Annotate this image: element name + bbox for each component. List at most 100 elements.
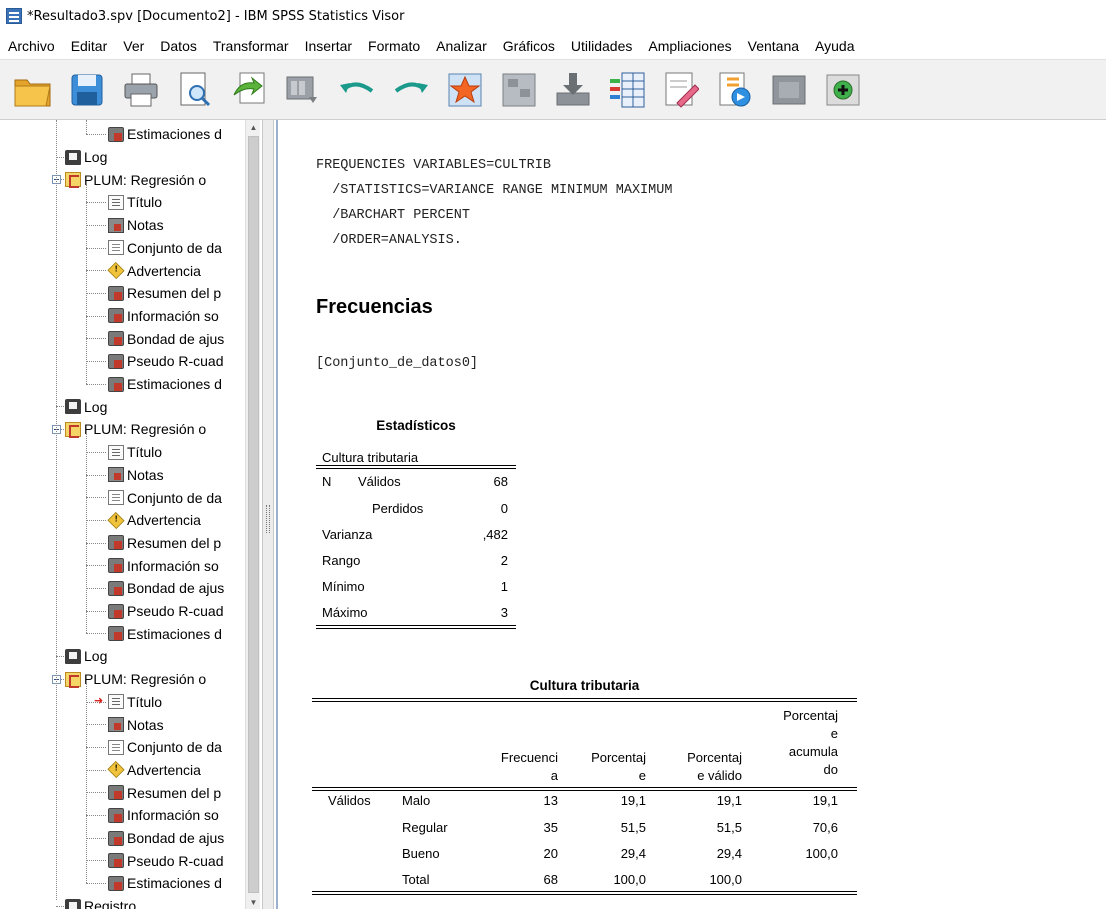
outline-item[interactable]: Estimaciones d	[108, 373, 222, 396]
outline-item[interactable]: Título	[108, 441, 162, 464]
menu-insertar[interactable]: Insertar	[297, 38, 360, 54]
outline-item[interactable]: Información so	[108, 804, 219, 827]
pane-splitter[interactable]	[262, 120, 274, 909]
tree-connector	[86, 315, 106, 317]
outline-item[interactable]: Título	[108, 691, 162, 714]
stat-row-sublabel: Válidos	[358, 474, 401, 489]
outline-item[interactable]: Notas	[108, 713, 164, 736]
menu-utilidades[interactable]: Utilidades	[563, 38, 640, 54]
row-frecuencia: 68	[543, 872, 558, 887]
menu-ayuda[interactable]: Ayuda	[807, 38, 862, 54]
tree-connector	[86, 247, 106, 249]
add-item-icon[interactable]	[822, 69, 864, 111]
outline-item-label: Resumen del p	[127, 784, 222, 801]
tree-connector	[56, 120, 57, 900]
print-icon[interactable]	[120, 69, 162, 111]
outline-item[interactable]: Información so	[108, 305, 219, 328]
outline-scrollbar[interactable]: ▲ ▼	[245, 120, 260, 909]
splitter-grip-icon[interactable]	[266, 505, 270, 533]
menu-formato[interactable]: Formato	[360, 38, 428, 54]
outline-item[interactable]: Pseudo R-cuad	[108, 600, 224, 623]
outline-item-label: Log	[84, 648, 108, 665]
outline-item[interactable]: Estimaciones d	[108, 872, 222, 895]
tree-connector	[86, 383, 106, 385]
warning-icon	[107, 261, 125, 280]
outline-item[interactable]: Estimaciones d	[108, 123, 222, 146]
menu-ventana[interactable]: Ventana	[740, 38, 807, 54]
goto-data-icon[interactable]	[444, 69, 486, 111]
print-preview-icon[interactable]	[174, 69, 216, 111]
outline-item-label: Advertencia	[127, 761, 201, 778]
outline-pane[interactable]: Estimaciones d Log PLUM: Regresión o Título…	[0, 120, 262, 909]
output-contents-pane[interactable]: FREQUENCIES VARIABLES=CULTRIB /STATISTIC…	[276, 120, 1106, 909]
export-icon[interactable]	[228, 69, 270, 111]
outline-item[interactable]: Pseudo R-cuad	[108, 350, 224, 373]
outline-item[interactable]: Título	[108, 191, 162, 214]
outline-item[interactable]: Pseudo R-cuad	[108, 849, 224, 872]
warning-icon	[107, 761, 125, 779]
tree-connector	[86, 519, 106, 521]
log-icon	[65, 149, 81, 165]
outline-item-label: Notas	[127, 716, 164, 733]
insert-output-icon[interactable]	[714, 69, 756, 111]
tree-connector	[86, 588, 106, 589]
disabled-slot-icon[interactable]	[768, 69, 810, 111]
goto-case-icon[interactable]	[498, 69, 540, 111]
table-icon	[108, 126, 124, 142]
row-label: Malo	[402, 793, 431, 808]
outline-item[interactable]: Advertencia	[107, 259, 201, 282]
outline-item[interactable]: Log	[65, 395, 107, 418]
scroll-up-arrow-icon[interactable]: ▲	[247, 120, 260, 134]
outline-item[interactable]: Log	[65, 146, 107, 169]
goto-variable-icon[interactable]	[552, 69, 594, 111]
outline-item[interactable]: Notas	[108, 464, 164, 487]
undo-icon[interactable]	[336, 69, 378, 111]
open-folder-icon[interactable]	[12, 69, 54, 111]
variables-icon[interactable]	[606, 69, 648, 111]
header-porcentaje-acumulado: Porcentaj e acumula do	[783, 708, 838, 777]
outline-item[interactable]: Conjunto de da	[108, 237, 222, 260]
outline-item-label: Resumen del p	[127, 534, 222, 551]
notes-icon	[108, 717, 124, 733]
menu-ampliaciones[interactable]: Ampliaciones	[640, 38, 739, 54]
outline-item[interactable]: Resumen del p	[108, 282, 221, 305]
outline-item[interactable]: Conjunto de da	[108, 736, 222, 759]
outline-item[interactable]: Estimaciones d	[108, 622, 222, 645]
menu-graficos[interactable]: Gráficos	[495, 38, 563, 54]
scroll-thumb[interactable]	[248, 136, 259, 893]
row-porcentaje-acumulado: 19,1	[812, 793, 838, 808]
save-icon[interactable]	[66, 69, 108, 111]
outline-item[interactable]: Conjunto de da	[108, 486, 222, 509]
outline-item[interactable]: Resumen del p	[108, 781, 221, 804]
menu-ver[interactable]: Ver	[115, 38, 152, 54]
tree-connector	[86, 815, 106, 816]
outline-item[interactable]: Log	[65, 645, 107, 668]
outline-item[interactable]: Bondad de ajus	[108, 327, 224, 350]
outline-item[interactable]: Advertencia	[107, 509, 201, 532]
tree-connector	[86, 292, 106, 294]
tree-connector	[86, 769, 106, 771]
create-title-icon[interactable]	[660, 69, 702, 111]
toolbar	[0, 60, 1106, 120]
outline-item[interactable]: Registro	[65, 895, 136, 909]
dataset-label[interactable]: [Conjunto_de_datos0]	[316, 356, 478, 371]
menu-datos[interactable]: Datos	[152, 38, 205, 54]
outline-item-label: Información so	[127, 807, 219, 824]
redo-icon[interactable]	[390, 69, 432, 111]
outline-item-label: Conjunto de da	[127, 239, 222, 256]
menu-editar[interactable]: Editar	[63, 38, 116, 54]
outline-item[interactable]: Bondad de ajus	[108, 827, 224, 850]
menu-transformar[interactable]: Transformar	[205, 38, 297, 54]
outline-item[interactable]: Bondad de ajus	[108, 577, 224, 600]
outline-item[interactable]: Advertencia	[107, 759, 201, 782]
outline-item[interactable]: Notas	[108, 214, 164, 237]
menu-analizar[interactable]: Analizar	[428, 38, 495, 54]
scroll-down-arrow-icon[interactable]: ▼	[247, 895, 260, 909]
frequencies-heading[interactable]: Frecuencias	[316, 296, 433, 319]
outline-item[interactable]: Resumen del p	[108, 532, 221, 555]
menu-archivo[interactable]: Archivo	[0, 38, 63, 54]
outline-item[interactable]: Información so	[108, 554, 219, 577]
recall-dialog-icon[interactable]	[282, 69, 324, 111]
tree-connector	[86, 746, 106, 748]
tree-connector	[86, 134, 106, 135]
